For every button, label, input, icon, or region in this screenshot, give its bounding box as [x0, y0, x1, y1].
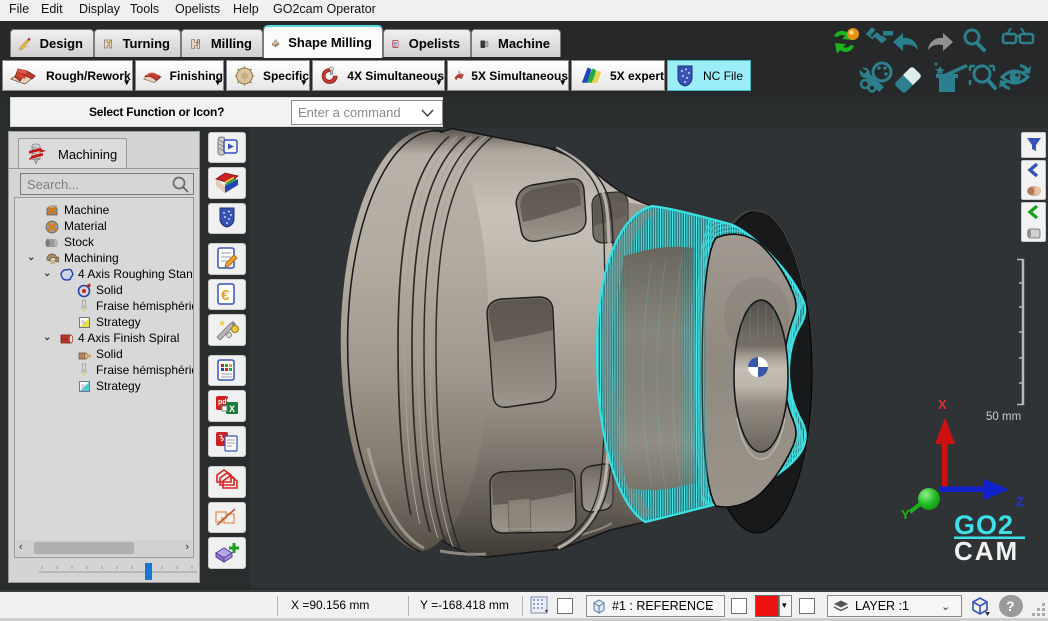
svg-text:X: X	[229, 404, 235, 414]
svg-text:Z: Z	[1016, 494, 1024, 509]
svg-text:€: €	[221, 287, 230, 304]
svg-text:Y: Y	[901, 507, 910, 522]
svg-text:50 mm: 50 mm	[986, 411, 1021, 423]
svg-text:CAM: CAM	[954, 536, 1019, 566]
svg-text:X: X	[938, 397, 947, 412]
